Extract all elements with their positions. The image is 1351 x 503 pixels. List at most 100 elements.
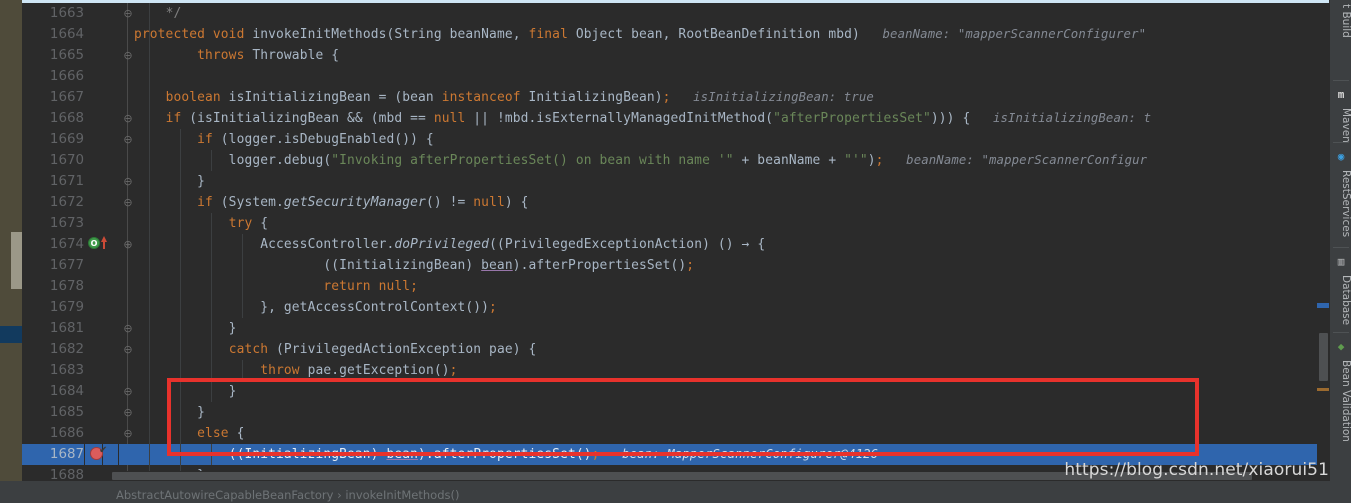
code-line[interactable]: 1668 ⊖ if (isInitializingBean && (mbd == … (22, 108, 1329, 129)
inline-debug-hint: bean: MapperScannerConfigurer@4126 (599, 447, 879, 461)
breakpoint-marker-icon[interactable]: ✔ (80, 445, 108, 462)
fold-toggle-icon[interactable]: ⊖ (122, 108, 134, 129)
code-text[interactable]: } (134, 318, 237, 339)
line-gutter[interactable]: 1663 ⊖ (22, 3, 134, 24)
rest-services-icon[interactable]: ◉ (1334, 150, 1348, 164)
code-line[interactable]: 1684 ⊖ } (22, 381, 1329, 402)
line-gutter[interactable]: 1664 (22, 24, 134, 45)
code-text[interactable]: } (134, 171, 205, 192)
tool-window-maven[interactable]: Maven (1330, 106, 1351, 143)
breadcrumb[interactable]: AbstractAutowireCapableBeanFactory › inv… (116, 488, 459, 502)
code-text[interactable]: protected void invokeInitMethods(String … (134, 24, 1146, 45)
fold-toggle-icon[interactable]: ⊖ (122, 318, 134, 339)
line-gutter[interactable]: 1673 (22, 213, 134, 234)
line-gutter[interactable]: 1682 ⊖ (22, 339, 134, 360)
fold-toggle-icon[interactable]: ⊖ (122, 45, 134, 66)
code-line[interactable]: 1669 ⊖ if (logger.isDebugEnabled()) { (22, 129, 1329, 150)
code-text[interactable]: throw pae.getException(); (134, 360, 458, 381)
code-line[interactable]: 1671 ⊖ } (22, 171, 1329, 192)
tool-window-t-build[interactable]: t Build (1330, 2, 1351, 38)
code-text[interactable]: logger.debug("Invoking afterPropertiesSe… (134, 150, 1147, 171)
fold-toggle-icon[interactable]: ⊖ (122, 171, 134, 192)
code-line[interactable]: 1663 ⊖ */ (22, 3, 1329, 24)
code-line[interactable]: 1666 (22, 66, 1329, 87)
code-text[interactable]: if (logger.isDebugEnabled()) { (134, 129, 434, 150)
code-line[interactable]: 1677 ((InitializingBean) bean).afterProp… (22, 255, 1329, 276)
code-text[interactable]: ((InitializingBean) bean).afterPropertie… (134, 444, 878, 465)
line-gutter[interactable]: 1668 ⊖ (22, 108, 134, 129)
line-gutter[interactable]: 1686 ⊖ (22, 423, 134, 444)
line-gutter[interactable]: 1685 ⊖ (22, 402, 134, 423)
code-text[interactable]: AccessController.doPrivileged((Privilege… (134, 234, 765, 255)
code-text[interactable]: if (isInitializingBean && (mbd == null |… (134, 108, 1151, 129)
code-text[interactable]: */ (134, 3, 182, 24)
right-tool-window-bar[interactable]: t Build m Maven ◉ RestServices ▥ Database ◆ Bean… (1329, 0, 1351, 503)
code-text[interactable]: if (System.getSecurityManager() != null)… (134, 192, 529, 213)
code-line[interactable]: 1670 logger.debug("Invoking afterPropert… (22, 150, 1329, 171)
line-gutter[interactable]: 1674 ⊕ O (22, 234, 134, 255)
tool-window-bean-validation[interactable]: Bean Validation (1330, 358, 1351, 442)
code-line[interactable]: 1681 ⊖ } (22, 318, 1329, 339)
code-line[interactable]: 1664 protected void invokeInitMethods(Str… (22, 24, 1329, 45)
line-gutter[interactable]: 1684 ⊖ (22, 381, 134, 402)
line-gutter[interactable]: 1683 (22, 360, 134, 381)
fold-toggle-icon[interactable]: ⊕ (122, 234, 134, 255)
code-line[interactable]: 1686 ⊖ else { (22, 423, 1329, 444)
line-gutter[interactable]: 1667 (22, 87, 134, 108)
code-text[interactable]: }, getAccessControlContext()); (134, 297, 497, 318)
line-gutter[interactable]: 1669 ⊖ (22, 129, 134, 150)
line-gutter[interactable]: 1677 (22, 255, 134, 276)
vcs-annotation-strip[interactable] (0, 0, 22, 503)
code-line[interactable]: 1672 ⊖ if (System.getSecurityManager() !=… (22, 192, 1329, 213)
fold-toggle-icon[interactable]: ⊖ (122, 402, 134, 423)
line-gutter[interactable]: 1672 ⊖ (22, 192, 134, 213)
line-gutter[interactable]: 1665 ⊖ (22, 45, 134, 66)
database-icon[interactable]: ▥ (1334, 255, 1348, 269)
line-gutter[interactable]: 1687 ✔ (22, 444, 134, 465)
scrollbar-thumb[interactable] (1319, 333, 1328, 381)
line-gutter[interactable]: 1666 (22, 66, 134, 87)
code-line[interactable]: 1685 ⊖ } (22, 402, 1329, 423)
code-line[interactable]: 1678 return null; (22, 276, 1329, 297)
line-gutter[interactable]: 1681 ⊖ (22, 318, 134, 339)
code-text[interactable]: try { (134, 213, 268, 234)
code-text[interactable]: } (134, 381, 237, 402)
implements-circle-icon[interactable]: O (88, 237, 100, 249)
annotation-thumb[interactable] (11, 232, 22, 289)
tool-window-restservices[interactable]: RestServices (1330, 168, 1351, 237)
fold-toggle-icon[interactable]: ⊖ (122, 423, 134, 444)
line-number: 1674 (49, 237, 84, 252)
code-line[interactable]: 1665 ⊖ throws Throwable { (22, 45, 1329, 66)
line-gutter[interactable]: 1679 (22, 297, 134, 318)
maven-icon[interactable]: m (1334, 88, 1348, 102)
code-text[interactable]: throws Throwable { (134, 45, 339, 66)
fold-toggle-icon[interactable]: ⊖ (122, 192, 134, 213)
fold-toggle-icon[interactable]: ⊖ (122, 381, 134, 402)
code-line[interactable]: 1673 try { (22, 213, 1329, 234)
code-editor[interactable]: 1663 ⊖ */ 1664 protected void invokeInitMet… (22, 3, 1329, 481)
code-line[interactable]: 1674 ⊕ O AccessController.doPrivileged((Pr… (22, 234, 1329, 255)
code-text[interactable]: } (134, 402, 205, 423)
code-line[interactable]: 1667 boolean isInitializingBean = (bean … (22, 87, 1329, 108)
up-arrow-tail (103, 241, 105, 249)
editor-vertical-scrollbar[interactable] (1317, 3, 1329, 481)
fold-toggle-icon[interactable]: ⊖ (122, 129, 134, 150)
tool-window-database[interactable]: Database (1330, 273, 1351, 325)
bean-validation-icon[interactable]: ◆ (1334, 340, 1348, 354)
line-gutter[interactable]: 1678 (22, 276, 134, 297)
code-line[interactable]: 1683 throw pae.getException(); (22, 360, 1329, 381)
code-text[interactable]: boolean isInitializingBean = (bean insta… (134, 87, 874, 108)
code-text[interactable]: ((InitializingBean) bean).afterPropertie… (134, 255, 694, 276)
code-line[interactable]: 1682 ⊖ catch (PrivilegedActionException p… (22, 339, 1329, 360)
code-line[interactable]: 1679 }, getAccessControlContext()); (22, 297, 1329, 318)
code-text[interactable]: catch (PrivilegedActionException pae) { (134, 339, 537, 360)
fold-toggle-icon[interactable]: ⊖ (122, 3, 134, 24)
line-gutter[interactable]: 1671 ⊖ (22, 171, 134, 192)
code-text[interactable]: return null; (134, 276, 418, 297)
override-marker-icon[interactable]: O (88, 236, 116, 252)
line-number: 1673 (49, 216, 84, 231)
fold-toggle-icon[interactable]: ⊖ (122, 339, 134, 360)
line-gutter[interactable]: 1670 (22, 150, 134, 171)
code-text[interactable]: else { (134, 423, 244, 444)
breakpoint-verified-check-icon: ✔ (99, 445, 108, 456)
